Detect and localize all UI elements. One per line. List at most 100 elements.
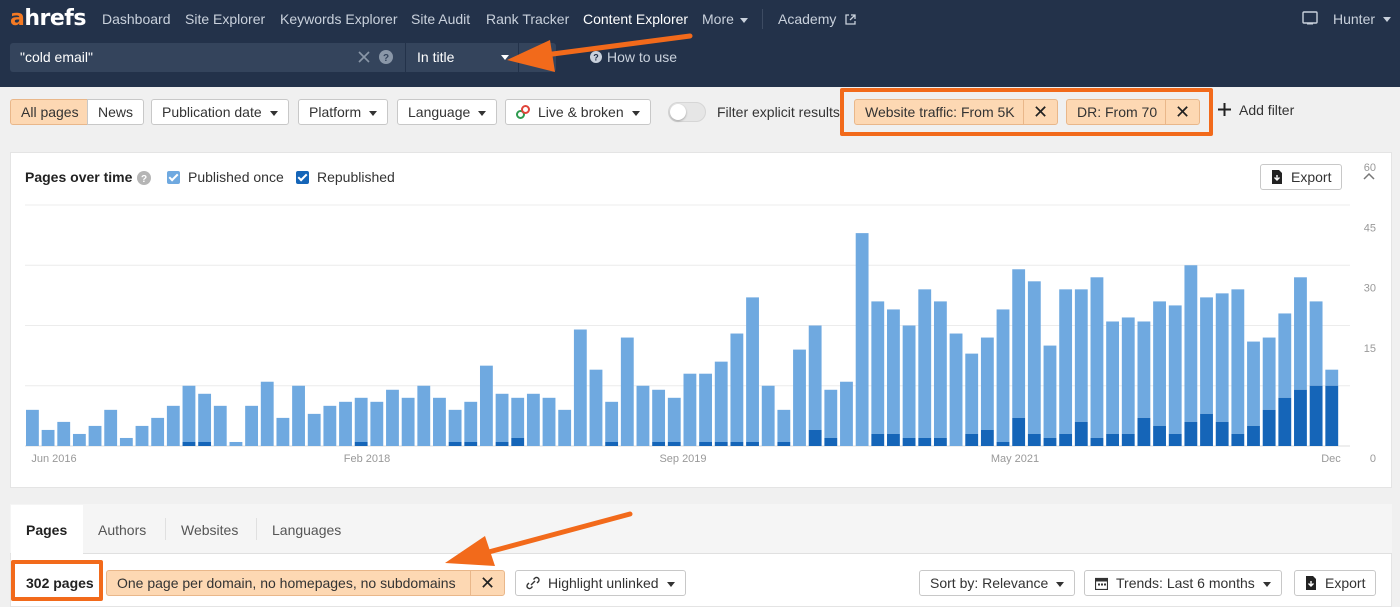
bar-published-once: [902, 325, 916, 438]
annotation-arrow-bottom: [445, 511, 633, 566]
bar-republished: [198, 441, 212, 446]
bar-republished: [1074, 421, 1088, 446]
bar-published-once: [1059, 289, 1073, 434]
bar-published-once: [198, 393, 212, 442]
y-tick-label: 15: [1364, 343, 1376, 355]
y-tick-label: 60: [1364, 162, 1376, 174]
bar-republished: [996, 441, 1010, 446]
trends-label: Trends: Last 6 months: [1116, 575, 1255, 591]
bar-republished: [965, 433, 979, 446]
bar-published-once: [808, 325, 822, 430]
bar-published-once: [714, 361, 728, 442]
bar-published-once: [965, 353, 979, 434]
bar-published-once: [1106, 321, 1120, 434]
results-export-button[interactable]: Export: [1294, 570, 1377, 596]
results-count: 302 pages: [26, 575, 94, 591]
bar-republished: [667, 441, 681, 446]
bar-published-once: [104, 409, 118, 446]
bar-published-once: [276, 417, 290, 446]
bar-published-once: [589, 369, 603, 446]
bar-published-once: [761, 385, 775, 446]
y-tick-label: 45: [1364, 222, 1376, 234]
bar-republished: [808, 429, 822, 446]
bar-published-once: [1278, 313, 1292, 398]
bar-published-once: [542, 397, 556, 446]
bar-republished: [887, 433, 900, 446]
bar-republished: [1121, 433, 1135, 446]
bar-published-once: [855, 233, 869, 446]
x-tick-label: Jun 2016: [31, 453, 76, 465]
tab-divider: [256, 518, 257, 540]
bar-republished: [1215, 421, 1229, 446]
sort-by-label: Sort by: Relevance: [930, 575, 1049, 591]
bar-published-once: [260, 381, 274, 446]
bar-published-once: [1200, 297, 1213, 414]
trends-dropdown[interactable]: Trends: Last 6 months: [1084, 570, 1282, 596]
bar-published-once: [1215, 293, 1229, 422]
sort-by-dropdown[interactable]: Sort by: Relevance: [919, 570, 1076, 596]
bar-published-once: [1294, 277, 1307, 390]
bar-published-once: [887, 309, 900, 434]
bar-published-once: [949, 333, 963, 446]
bar-republished: [1200, 413, 1213, 446]
bar-published-once: [1121, 317, 1135, 434]
bar-published-once: [433, 397, 446, 446]
bar-published-once: [417, 385, 431, 446]
bar-republished: [871, 433, 885, 446]
bar-republished: [1027, 433, 1041, 446]
bar-republished: [980, 429, 994, 446]
bar-republished: [464, 441, 478, 446]
bar-published-once: [1074, 289, 1088, 422]
bar-republished: [1262, 409, 1276, 446]
bar-republished: [730, 441, 744, 446]
bar-published-once: [323, 405, 337, 446]
tab-languages[interactable]: Languages: [272, 522, 341, 538]
bar-republished: [605, 441, 619, 446]
bar-published-once: [1262, 337, 1276, 410]
bar-published-once: [1043, 345, 1057, 438]
caret-down-icon: [1262, 581, 1271, 587]
bar-published-once: [558, 409, 572, 446]
bar-republished: [1231, 433, 1245, 446]
bar-published-once: [57, 421, 71, 446]
bar-republished: [652, 441, 666, 446]
bar-published-once: [88, 425, 102, 446]
bar-published-once: [777, 409, 791, 442]
bar-published-once: [1309, 301, 1323, 386]
bar-published-once: [1012, 269, 1026, 418]
remove-filter-icon[interactable]: ✕: [470, 571, 504, 595]
bar-published-once: [1247, 341, 1260, 426]
bar-republished: [1106, 433, 1120, 446]
x-tick-label: Sep 2019: [659, 453, 706, 465]
tab-authors[interactable]: Authors: [98, 522, 146, 538]
bar-published-once: [840, 381, 853, 446]
highlight-unlinked-dropdown[interactable]: Highlight unlinked: [515, 570, 686, 596]
x-tick-label: Dec: [1321, 453, 1341, 465]
bar-republished: [1043, 437, 1057, 446]
tab-websites[interactable]: Websites: [181, 522, 238, 538]
bar-republished: [448, 441, 462, 446]
bar-published-once: [386, 389, 399, 446]
bar-published-once: [746, 297, 759, 442]
unlink-icon: [526, 576, 540, 590]
bar-republished: [1153, 425, 1166, 446]
bar-republished: [495, 441, 509, 446]
bar-republished: [511, 437, 525, 446]
bar-published-once: [245, 405, 259, 446]
dedupe-filter-chip[interactable]: One page per domain, no homepages, no su…: [106, 570, 505, 596]
bar-republished: [1090, 437, 1104, 446]
bar-published-once: [448, 409, 462, 442]
tab-pages[interactable]: Pages: [26, 522, 67, 538]
highlight-unlinked-label: Highlight unlinked: [548, 575, 659, 591]
bar-republished: [1278, 397, 1292, 446]
bar-published-once: [980, 337, 994, 430]
bar-published-once: [401, 397, 415, 446]
x-tick-label: Feb 2018: [344, 453, 390, 465]
calendar-icon: [1094, 577, 1109, 591]
bar-republished: [746, 441, 759, 446]
bar-published-once: [1090, 277, 1104, 438]
bar-published-once: [479, 365, 493, 446]
bar-published-once: [793, 349, 806, 446]
bar-published-once: [730, 333, 744, 442]
bar-published-once: [151, 417, 165, 446]
